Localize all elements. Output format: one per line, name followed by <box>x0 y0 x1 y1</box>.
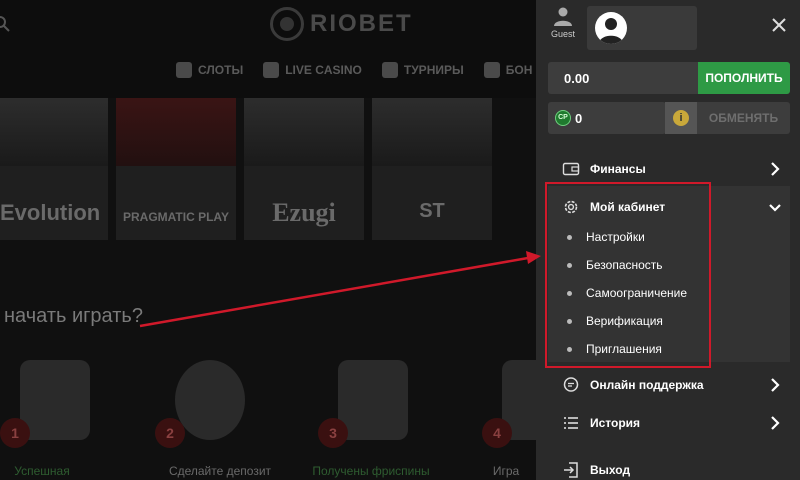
avatar-box[interactable] <box>587 6 697 50</box>
nav-live-casino[interactable]: LIVE CASINO <box>263 62 362 78</box>
menu-item-finance-label: Финансы <box>590 162 646 176</box>
trophy-icon <box>381 62 398 78</box>
menu-item-logout-label: Выход <box>590 463 631 477</box>
step-4: 4 Игра <box>482 360 536 480</box>
provider-name: Evolution <box>0 200 101 225</box>
logo-text: RIOBET <box>310 10 413 37</box>
nav-tournaments[interactable]: ТУРНИРЫ <box>381 62 464 78</box>
menu-item-support-label: Онлайн поддержка <box>590 378 704 392</box>
menu-item-support[interactable]: Онлайн поддержка <box>548 370 790 400</box>
logout-icon <box>564 462 578 478</box>
provider-photo <box>372 98 492 166</box>
provider-card-ezugi[interactable]: Ezugi <box>244 98 364 240</box>
background-site: RIOBET СЛОТЫ LIVE CASINO ТУРНИРЫ БОН Evo… <box>0 0 536 480</box>
chat-icon <box>563 377 579 392</box>
step-number: 4 <box>482 418 512 448</box>
provider-card-evolution[interactable]: Evolution <box>0 98 108 240</box>
chip-icon <box>175 360 245 440</box>
chevron-right-icon <box>771 162 780 176</box>
comp-points-value: 0 <box>575 111 583 126</box>
list-icon <box>564 417 578 429</box>
search-icon[interactable] <box>0 16 10 32</box>
how-to-start-title: начать играть? <box>4 305 143 327</box>
step-number: 3 <box>318 418 348 448</box>
chevron-right-icon <box>771 378 780 392</box>
exchange-button[interactable]: ОБМЕНЯТЬ <box>697 102 790 134</box>
onboarding-steps: 1 Успешная 2 Сделайте депозит 3 Получены… <box>0 360 536 480</box>
step-2: 2 Сделайте депозит <box>155 360 295 480</box>
nav-bonus[interactable]: БОН <box>483 62 533 78</box>
logo-mark-icon <box>270 7 304 41</box>
deposit-button[interactable]: ПОПОЛНИТЬ <box>698 62 790 94</box>
step-label: Сделайте депозит <box>168 464 272 478</box>
site-logo[interactable]: RIOBET <box>270 6 413 42</box>
dealer-icon <box>263 62 280 78</box>
slot-machine-icon <box>176 62 192 78</box>
nav-live-casino-label: LIVE CASINO <box>285 63 362 77</box>
chevron-right-icon <box>771 416 780 430</box>
menu-item-logout[interactable]: Выход <box>548 455 790 480</box>
comp-points-icon: CP <box>555 110 571 126</box>
user-icon <box>554 7 572 26</box>
step-1: 1 Успешная <box>0 360 140 480</box>
provider-card-partial[interactable]: ST <box>372 98 492 240</box>
bonus-icon <box>483 62 500 78</box>
menu-item-history[interactable]: История <box>548 408 790 438</box>
step-label: Игра <box>492 464 520 478</box>
provider-carousel: Evolution PRAGMATIC PLAY Ezugi ST <box>0 98 536 240</box>
step-label: Получены фриспины <box>312 464 430 478</box>
hourglass-icon <box>20 360 90 440</box>
provider-photo <box>116 98 236 166</box>
site-header: RIOBET СЛОТЫ LIVE CASINO ТУРНИРЫ БОН <box>0 0 536 98</box>
provider-name: ST <box>419 200 445 222</box>
step-number: 2 <box>155 418 185 448</box>
provider-card-pragmatic[interactable]: PRAGMATIC PLAY <box>116 98 236 240</box>
info-button[interactable]: i <box>665 102 697 134</box>
info-icon: i <box>673 110 689 126</box>
nav-bonus-label: БОН <box>505 63 533 77</box>
nav-slots[interactable]: СЛОТЫ <box>176 62 243 78</box>
provider-photo <box>0 98 108 166</box>
balance-value: 0.00 <box>548 62 698 94</box>
highlight-box <box>545 182 711 368</box>
guest-status: Guest <box>549 6 577 39</box>
wallet-icon <box>562 162 580 176</box>
step-label: Успешная <box>14 464 70 478</box>
close-icon[interactable] <box>770 16 788 34</box>
avatar-silhouette-icon <box>599 18 623 44</box>
top-navigation: СЛОТЫ LIVE CASINO ТУРНИРЫ БОН <box>176 62 532 78</box>
menu-item-finance[interactable]: Финансы <box>548 154 790 184</box>
guest-label: Guest <box>550 29 575 39</box>
menu-item-history-label: История <box>590 416 641 430</box>
step-3: 3 Получены фриспины <box>312 360 458 480</box>
step-number: 1 <box>0 418 30 448</box>
provider-name: PRAGMATIC PLAY <box>122 210 229 224</box>
avatar <box>595 12 627 44</box>
chevron-down-icon <box>769 204 781 212</box>
comp-points-box: CP 0 <box>548 102 666 134</box>
nav-tournaments-label: ТУРНИРЫ <box>403 63 464 77</box>
provider-name: Ezugi <box>272 198 336 227</box>
nav-slots-label: СЛОТЫ <box>198 63 244 77</box>
provider-photo <box>244 98 364 166</box>
gift-icon <box>338 360 408 440</box>
